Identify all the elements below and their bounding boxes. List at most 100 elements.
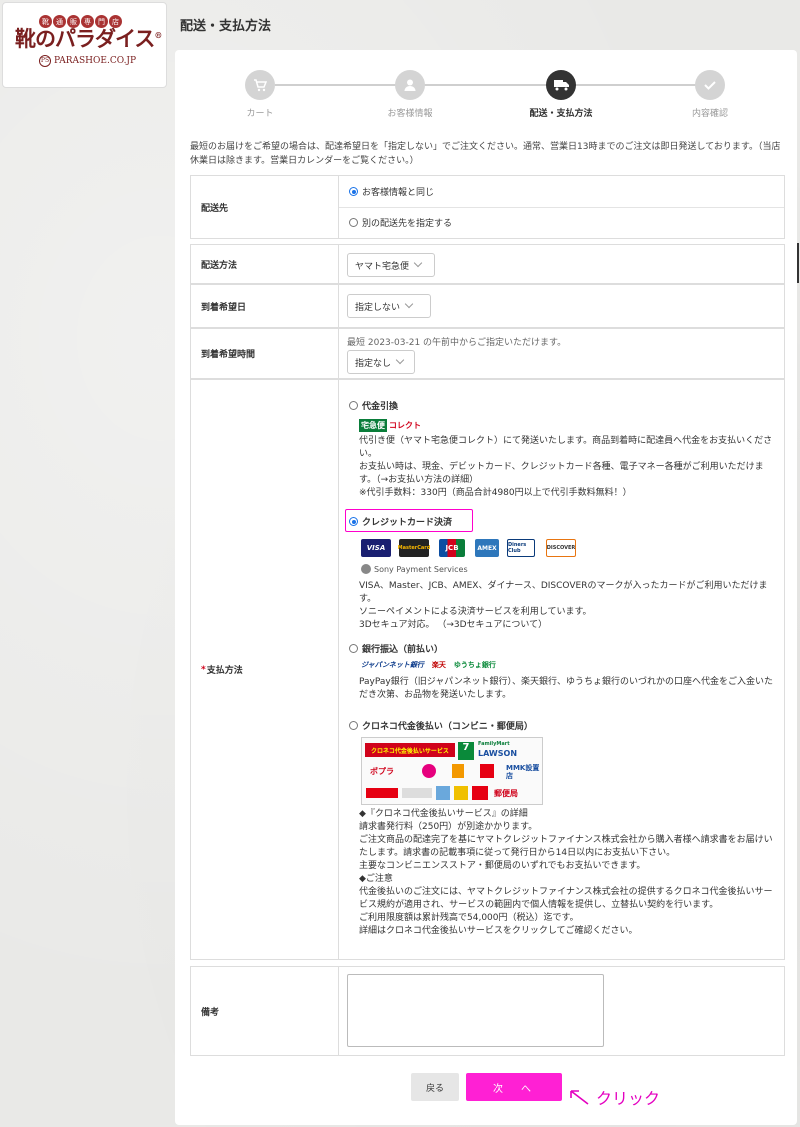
text-line: 主要なコンビニエンスストア・郵便局のいずれでもお支払いできます。: [359, 861, 646, 871]
payment-credit-description: VISA、Master、JCB、AMEX、ダイナース、DISCOVERのマークが…: [359, 580, 779, 632]
chevron-down-icon: [404, 299, 414, 309]
payment-kuroneko-title: クロネコ代金後払い（コンビニ・郵便局）: [362, 722, 533, 732]
check-icon: [695, 70, 725, 100]
visa-logo: VISA: [361, 539, 391, 557]
delivery-time-value: 指定なし: [355, 358, 392, 369]
delivery-time-cell: 最短 2023-03-21 の午前中からご指定いただけます。 指定なし: [339, 329, 784, 378]
radio-selected-icon[interactable]: [349, 517, 358, 526]
delivery-date-label: 到着希望日: [191, 285, 339, 327]
text-line: ソニーペイメントによる決済サービスを利用しています。: [359, 607, 592, 617]
logo-domain: PS PARASHOE.CO.JP: [39, 55, 137, 67]
payment-cod-option[interactable]: 代金引換: [349, 399, 398, 412]
shipping-destination-options: お客様情報と同じ 別の配送先を指定する: [339, 176, 784, 238]
store-logo: [402, 788, 432, 798]
delivery-time-select[interactable]: 指定なし: [347, 350, 415, 374]
poplar-logo: ポプラ: [370, 767, 394, 776]
step-label: 内容確認: [691, 109, 728, 119]
store-logo: [452, 764, 464, 778]
click-annotation-text: クリック: [596, 1089, 661, 1108]
payment-method-label: * 支払方法: [191, 380, 339, 959]
step-label: カート: [246, 109, 274, 119]
shipping-method-row: 配送方法 ヤマト宅急便: [190, 244, 785, 284]
dest-same-option[interactable]: お客様情報と同じ: [349, 185, 434, 198]
scrollbar-thumb[interactable]: [797, 243, 799, 283]
familymart-logo: FamilyMart: [478, 741, 510, 747]
text-line: ◆『クロネコ代金後払いサービス』の詳細: [359, 809, 528, 819]
delivery-date-row: 到着希望日 指定しない: [190, 284, 785, 328]
payment-credit-title: クレジットカード決済: [362, 518, 453, 528]
shipping-method-select[interactable]: ヤマト宅急便: [347, 253, 435, 277]
kuroneko-banner: クロネコ代金後払いサービス: [365, 743, 455, 757]
radio-icon[interactable]: [349, 401, 358, 410]
page-title: 配送・支払方法: [180, 19, 272, 34]
checkout-card: カート お客様情報 配送・支払方法 内容確認 最短のお届けをご希望の場合は、配達…: [175, 50, 797, 1125]
amex-logo: AMEX: [475, 539, 499, 557]
sony-payment-icon: [361, 564, 371, 574]
truck-icon: [546, 70, 576, 100]
text-line: VISA、Master、JCB、AMEX、ダイナース、DISCOVERのマークが…: [359, 581, 768, 604]
delivery-date-value: 指定しない: [355, 302, 401, 313]
payment-cod-description: 代引き便（ヤマト宅急便コレクト）にて発送いたします。商品到着時に配達員へ代金をお…: [359, 435, 779, 500]
step-label: お客様情報: [387, 109, 433, 119]
text-line: ご注文商品の配達完了を基にヤマトクレジットファイナンス株式会社から購入者様へ請求…: [359, 835, 773, 858]
payment-kuroneko-option[interactable]: クロネコ代金後払い（コンビニ・郵便局）: [349, 719, 533, 732]
payment-bank-option[interactable]: 銀行振込（前払い）: [349, 642, 443, 655]
text-line: ご利用限度額は累計残高で54,000円（税込）迄です。: [359, 913, 579, 923]
yucho-bank-logo: ゆうちょ銀行: [453, 661, 496, 669]
shipping-method-value: ヤマト宅急便: [355, 261, 410, 272]
dest-other-option[interactable]: 別の配送先を指定する: [349, 216, 452, 229]
jcb-logo: JCB: [439, 539, 465, 557]
back-button[interactable]: 戻る: [411, 1073, 459, 1101]
delivery-date-select[interactable]: 指定しない: [347, 294, 431, 318]
radio-icon[interactable]: [349, 644, 358, 653]
mmk-logo: MMK設置店: [506, 764, 540, 780]
seicomart-logo: [366, 788, 398, 798]
delivery-date-cell: 指定しない: [339, 285, 784, 327]
intro-text: 最短のお届けをご希望の場合は、配達希望日を「指定しない」でご注文ください。通常、…: [190, 142, 781, 166]
remarks-textarea[interactable]: [347, 974, 604, 1047]
step-shipping-payment: 配送・支払方法: [511, 70, 611, 119]
step-label: 配送・支払方法: [529, 109, 593, 119]
site-logo[interactable]: 靴 通 販 専 門 店 靴のパラダイス® PS PARASHOE.CO.JP: [2, 2, 167, 88]
lawson-logo: LAWSON: [478, 749, 518, 758]
payment-kuroneko-description: ◆『クロネコ代金後払いサービス』の詳細 請求書発行料（250円）が別途かかります…: [359, 808, 779, 938]
text-line: 詳細はクロネコ代金後払いサービスをクリックしてご確認ください。: [359, 926, 638, 936]
chevron-down-icon: [413, 258, 423, 268]
next-button[interactable]: 次 へ: [466, 1073, 562, 1101]
remarks-label: 備考: [191, 967, 339, 1055]
cart-icon: [245, 70, 275, 100]
payment-cod-title: 代金引換: [362, 402, 399, 412]
bank-logos: ジャパンネット銀行 楽天 ゆうちょ銀行: [361, 660, 496, 670]
diners-logo: Diners Club: [507, 539, 535, 557]
shipping-destination-row: 配送先 お客様情報と同じ 別の配送先を指定する: [190, 175, 785, 239]
chevron-down-icon: [395, 355, 405, 365]
discover-logo: DISCOVER: [546, 539, 576, 557]
logo-monogram-icon: PS: [39, 55, 51, 67]
post-office-logo: 郵便局: [494, 789, 518, 798]
radio-icon[interactable]: [349, 218, 358, 227]
text-line: 請求書発行料（250円）が別途かかります。: [359, 822, 538, 832]
seven-eleven-logo: 7: [458, 742, 474, 760]
payment-credit-option[interactable]: クレジットカード決済: [349, 515, 452, 528]
logo-name: 靴のパラダイス®: [15, 26, 162, 51]
text-line: お支払い時は、現金、デビットカード、クレジットカード各種、電子マネー各種がご利用…: [359, 462, 764, 485]
radio-icon[interactable]: [349, 721, 358, 730]
text-line: 代引き便（ヤマト宅急便コレクト）にて発送いたします。商品到着時に配達員へ代金をお…: [359, 436, 773, 459]
text-line: 代金後払いのご注文には、ヤマトクレジットファイナンス株式会社の提供するクロネコ代…: [359, 887, 773, 910]
payment-options: 代金引換 宅急便 コレクト 代引き便（ヤマト宅急便コレクト）にて発送いたします。…: [339, 380, 784, 959]
arrow-icon: [570, 1090, 589, 1105]
payment-bank-title: 銀行振込（前払い）: [362, 645, 444, 655]
required-mark: *: [201, 664, 206, 675]
delivery-time-note: 最短 2023-03-21 の午前中からご指定いただけます。: [347, 338, 567, 348]
step-confirm: 内容確認: [660, 70, 760, 119]
remarks-row: 備考: [190, 966, 785, 1056]
payment-method-row: * 支払方法 代金引換 宅急便 コレクト 代引き便（ヤマト宅急便コレクト）にて発送…: [190, 379, 785, 960]
mastercard-logo: MasterCard: [398, 539, 430, 557]
rakuten-bank-logo: 楽天: [431, 661, 446, 669]
radio-selected-icon[interactable]: [349, 187, 358, 196]
store-logo: [436, 786, 450, 800]
step-cart: カート: [210, 70, 310, 119]
dest-same-label: お客様情報と同じ: [362, 188, 435, 198]
takkyubin-collect-logo: 宅急便 コレクト: [359, 419, 421, 432]
dest-other-label: 別の配送先を指定する: [362, 219, 453, 229]
